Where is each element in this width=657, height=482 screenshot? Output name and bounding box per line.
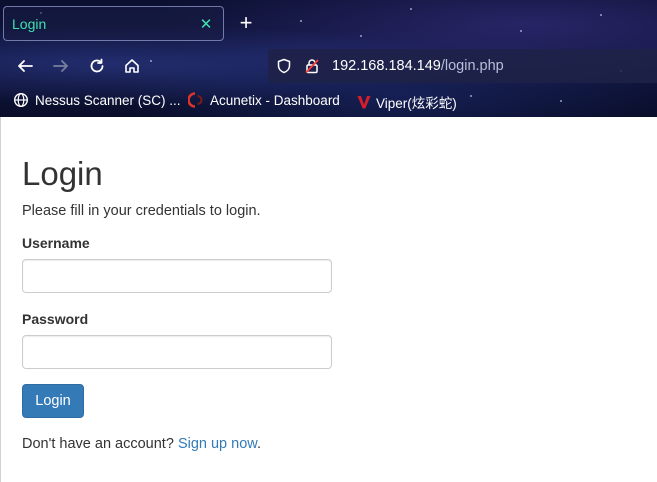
password-input[interactable]	[22, 335, 332, 369]
signup-prefix: Don't have an account?	[22, 436, 174, 452]
back-button[interactable]	[12, 53, 38, 79]
insecure-lock-icon	[305, 59, 319, 74]
url-host: 192.168.184.149	[332, 58, 441, 74]
reload-icon	[90, 58, 104, 73]
bookmark-viper[interactable]: Viper(炫彩蛇)	[356, 92, 457, 112]
forward-button[interactable]	[48, 53, 74, 79]
username-input[interactable]	[22, 259, 332, 293]
tab-title: Login	[12, 15, 47, 32]
back-arrow-icon	[18, 60, 33, 72]
new-tab-button[interactable]: +	[233, 9, 259, 37]
signup-text: Don't have an account? Sign up now.	[22, 436, 261, 452]
bookmark-label: Acunetix - Dashboard	[210, 92, 340, 108]
password-label: Password	[22, 311, 89, 327]
signup-link[interactable]: Sign up now	[178, 436, 257, 452]
username-label: Username	[22, 235, 90, 251]
login-button[interactable]: Login	[22, 384, 84, 418]
page-content: Login Please fill in your credentials to…	[0, 117, 657, 482]
home-button[interactable]	[119, 53, 145, 79]
bookmarks-bar: Nessus Scanner (SC) ... Acunetix - Dashb…	[0, 88, 657, 115]
close-tab-icon[interactable]: ✕	[197, 15, 215, 33]
forward-arrow-icon	[53, 60, 68, 72]
url-text: 192.168.184.149/login.php	[332, 58, 504, 74]
bookmark-nessus[interactable]: Nessus Scanner (SC) ...	[13, 92, 181, 108]
page-subtitle: Please fill in your credentials to login…	[22, 203, 261, 219]
home-icon	[125, 59, 139, 73]
url-path: /login.php	[440, 58, 504, 74]
acunetix-icon	[188, 92, 204, 108]
page-title: Login	[22, 155, 103, 192]
shield-icon	[277, 58, 291, 74]
navigation-bar: 192.168.184.149/login.php	[0, 45, 657, 87]
viper-v-icon	[356, 94, 372, 110]
bookmark-acunetix[interactable]: Acunetix - Dashboard	[188, 92, 340, 108]
bookmark-label: Viper(炫彩蛇)	[376, 96, 457, 111]
browser-tab-login[interactable]: Login ✕	[3, 6, 224, 41]
bookmark-label: Nessus Scanner (SC) ...	[35, 92, 181, 108]
reload-button[interactable]	[84, 53, 110, 79]
globe-icon	[13, 92, 29, 108]
url-bar[interactable]: 192.168.184.149/login.php	[268, 49, 657, 83]
browser-chrome: Login ✕ + 192.168.184.149/login.php Ness…	[0, 0, 657, 117]
signup-suffix: .	[256, 436, 261, 452]
